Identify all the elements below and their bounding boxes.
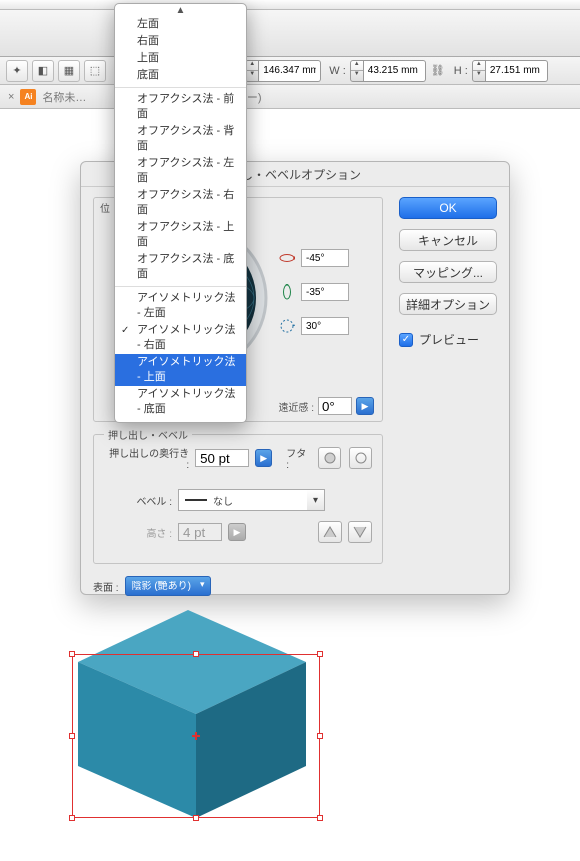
mapping-button[interactable]: マッピング... — [399, 261, 497, 283]
position-legend: 位 — [100, 198, 110, 215]
close-tab-icon[interactable]: × — [8, 91, 14, 103]
angle-x-input[interactable] — [301, 249, 349, 267]
more-options-button[interactable]: 詳細オプション — [399, 293, 497, 315]
depth-input[interactable] — [195, 449, 249, 467]
tool-icon-swatch[interactable]: ◧ — [32, 60, 54, 82]
document-tab-title[interactable]: 名称未… — [42, 89, 86, 105]
handle-n[interactable] — [193, 651, 199, 657]
tool-icon-misc[interactable]: ⬚ — [84, 60, 106, 82]
preview-checkbox[interactable]: ✓ プレビュー — [399, 331, 497, 348]
h-field[interactable]: ▲▼ — [472, 60, 548, 82]
bevel-out-button[interactable] — [348, 521, 372, 543]
handle-ne[interactable] — [317, 651, 323, 657]
ai-file-icon: Ai — [20, 89, 36, 105]
menu-item[interactable]: アイソメトリック法 - 左面 — [115, 290, 246, 322]
checkbox-checked-icon: ✓ — [399, 333, 413, 347]
w-input[interactable] — [364, 60, 426, 82]
menu-item[interactable]: アイソメトリック法 - 底面 — [115, 386, 246, 418]
menu-item[interactable]: オフアクシス法 - 左面 — [115, 155, 246, 187]
perspective-row: 遠近感 : ▶ — [278, 397, 374, 415]
depth-stepper[interactable]: ▶ — [255, 449, 272, 467]
cap-label: フタ : — [286, 445, 310, 471]
cancel-button[interactable]: キャンセル — [399, 229, 497, 251]
rotate-y-icon — [279, 284, 295, 300]
tool-icon-pattern[interactable]: ▦ — [58, 60, 80, 82]
extrude-frame: 押し出し・ベベル 押し出しの奥行き : ▶ フタ : ベベル : なし ▾ 高さ… — [93, 434, 383, 564]
handle-se[interactable] — [317, 815, 323, 821]
rotate-x-icon — [279, 250, 295, 266]
handle-sw[interactable] — [69, 815, 75, 821]
link-wh-icon[interactable]: ⛓ — [430, 60, 446, 82]
menu-item[interactable]: オフアクシス法 - 前面 — [115, 91, 246, 123]
angle-z-input[interactable] — [301, 317, 349, 335]
tool-options-bar — [0, 10, 580, 57]
menu-item[interactable]: 底面 — [115, 67, 246, 84]
handle-s[interactable] — [193, 815, 199, 821]
w-field[interactable]: ▲▼ — [350, 60, 426, 82]
menu-item[interactable]: オフアクシス法 - 上面 — [115, 219, 246, 251]
document-tab-bar: × Ai 名称未… K/プレビュー) — [0, 85, 580, 109]
rotation-angles — [279, 248, 374, 350]
rotate-z-icon — [279, 318, 295, 334]
handle-e[interactable] — [317, 733, 323, 739]
perspective-label: 遠近感 : — [278, 399, 314, 414]
dialog-buttons: OK キャンセル マッピング... 詳細オプション ✓ プレビュー — [399, 197, 497, 348]
angle-y-input[interactable] — [301, 283, 349, 301]
bevel-label: ベベル : — [104, 493, 172, 508]
w-label: W : — [329, 65, 346, 77]
tool-icon-wand[interactable]: ✦ — [6, 60, 28, 82]
menu-item[interactable]: 右面 — [115, 33, 246, 50]
position-preset-menu[interactable]: ▲ 左面右面上面底面オフアクシス法 - 前面オフアクシス法 - 背面オフアクシス… — [114, 3, 247, 423]
height-stepper: ▶ — [228, 523, 246, 541]
h-label: H : — [454, 65, 468, 77]
menu-item[interactable]: オフアクシス法 - 背面 — [115, 123, 246, 155]
cap-on-button[interactable] — [318, 447, 341, 469]
handle-nw[interactable] — [69, 651, 75, 657]
menu-item[interactable]: オフアクシス法 - 底面 — [115, 251, 246, 283]
perspective-input[interactable] — [318, 397, 352, 415]
surface-select[interactable]: 陰影 (艶あり) — [125, 576, 211, 596]
scroll-up-arrow-icon[interactable]: ▲ — [115, 6, 246, 16]
bevel-in-button[interactable] — [318, 521, 342, 543]
extrude-legend: 押し出し・ベベル — [104, 427, 192, 442]
center-anchor-icon[interactable] — [193, 733, 199, 739]
height-input — [178, 523, 222, 541]
ok-button[interactable]: OK — [399, 197, 497, 219]
depth-label: 押し出しの奥行き : — [104, 445, 189, 471]
surface-label: 表面 : — [93, 579, 119, 594]
surface-row: 表面 : 陰影 (艶あり) — [93, 576, 497, 596]
menubar — [0, 0, 580, 10]
y-field[interactable]: ▲▼ — [245, 60, 321, 82]
selected-object[interactable] — [72, 654, 320, 818]
perspective-stepper[interactable]: ▶ — [356, 397, 374, 415]
control-bar: ✦ ◧ ▦ ⬚ Y : ▲▼ W : ▲▼ ⛓ H : ▲▼ — [0, 57, 580, 85]
menu-item[interactable]: アイソメトリック法 - 右面 — [115, 322, 246, 354]
menu-item[interactable]: アイソメトリック法 - 上面 — [115, 354, 246, 386]
bevel-select[interactable]: なし ▾ — [178, 489, 308, 511]
bevel-value: なし — [213, 493, 233, 508]
menu-item[interactable]: 左面 — [115, 16, 246, 33]
menu-item[interactable]: 上面 — [115, 50, 246, 67]
chevron-down-icon[interactable]: ▾ — [307, 489, 325, 511]
handle-w[interactable] — [69, 733, 75, 739]
y-input[interactable] — [259, 60, 321, 82]
h-input[interactable] — [486, 60, 548, 82]
cap-off-button[interactable] — [349, 447, 372, 469]
height-label: 高さ : — [104, 525, 172, 540]
preview-label: プレビュー — [419, 331, 479, 348]
menu-item[interactable]: オフアクシス法 - 右面 — [115, 187, 246, 219]
